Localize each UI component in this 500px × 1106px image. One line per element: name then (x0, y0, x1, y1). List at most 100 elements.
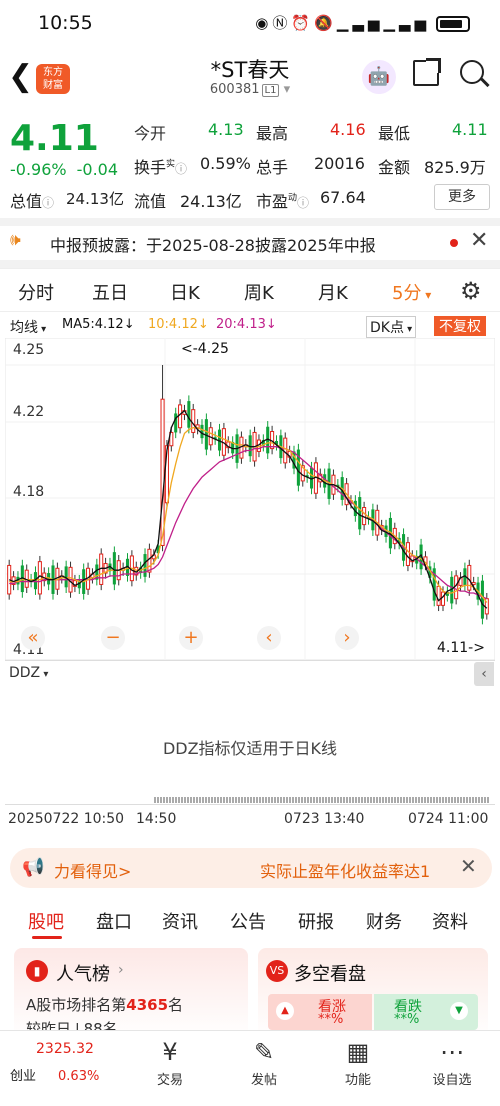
level-badge: L1 (261, 84, 280, 97)
amount-value: 825.9万 (424, 158, 486, 177)
signal-icon: ▁▃▅ (336, 14, 384, 32)
tab-guba[interactable]: 股吧 (28, 908, 64, 934)
bear-button[interactable]: 看跌 **% ▼ (374, 994, 478, 1030)
kline-chart[interactable]: 4.25 4.22 4.18 4.11 <-4.25 4.11-> (5, 338, 495, 660)
notice-bar[interactable]: 🕪 中报预披露：于2025-08-28披露2025年中报 ✕ (0, 226, 500, 260)
tab-five-day[interactable]: 五日 (92, 279, 128, 305)
nav-watchlist[interactable]: ⋯ 设自选 (422, 1035, 482, 1088)
kline-svg (5, 338, 495, 660)
popularity-card[interactable]: ▮ 人气榜 › A股市场排名第4365名 较昨日↓88名 (14, 948, 248, 1038)
share-icon[interactable] (413, 58, 441, 86)
battery-icon (436, 15, 470, 32)
tab-minute[interactable]: 分时 (18, 279, 54, 305)
x-tick: 14:50 (136, 811, 177, 827)
tab-announcement[interactable]: 公告 (230, 908, 266, 934)
active-tab-underline (32, 936, 62, 939)
max-price-label: <-4.25 (181, 341, 229, 357)
candle (405, 542, 410, 566)
turnover-label: 换手实ⓘ (134, 158, 188, 177)
promo-banner[interactable]: 📢 力看得见> 实际止盈年化收益率达1 ✕ (10, 848, 492, 888)
x-tick: 20250722 10:50 (8, 811, 125, 827)
mktcap-label: 总值ⓘ (10, 188, 54, 212)
content-tabs: 股吧 盘口 资讯 公告 研报 财务 资料 (0, 900, 500, 940)
low-label: 最低 (378, 124, 411, 143)
candle (37, 561, 42, 595)
fast-back-button[interactable]: « (21, 626, 45, 650)
last-price-label: 4.11-> (437, 640, 485, 656)
close-icon[interactable]: ✕ (470, 228, 488, 253)
ma20-readout: 20:4.13↓ (216, 317, 277, 332)
tab-week-k[interactable]: 周K (244, 279, 274, 305)
pe-label: 市盈动ⓘ (256, 192, 310, 211)
nav-trade[interactable]: ¥ 交易 (140, 1035, 200, 1088)
index-value: 2325.32 (36, 1041, 94, 1057)
ma10-arrow: ↓ (197, 317, 209, 332)
eye-icon: ◉ (255, 14, 273, 32)
nav-functions[interactable]: ▦ 功能 (328, 1035, 388, 1088)
tab-month-k[interactable]: 月K (318, 279, 348, 305)
tab-profile[interactable]: 资料 (432, 908, 468, 934)
popularity-title: 人气榜 (56, 964, 110, 985)
y-tick: 4.22 (13, 404, 45, 420)
candle (187, 401, 191, 428)
tab-news[interactable]: 资讯 (162, 908, 198, 934)
float-label: 流值 (134, 192, 167, 211)
tab-research[interactable]: 研报 (298, 908, 334, 934)
tab-5min[interactable]: 5分 ▾ (392, 279, 431, 305)
ddz-select[interactable]: DDZ ▾ (9, 665, 48, 681)
zoom-in-button[interactable]: + (179, 626, 203, 650)
y-tick: 4.25 (13, 342, 45, 358)
megaphone-icon: 📢 (22, 857, 45, 878)
unread-dot (450, 239, 458, 247)
adjust-button[interactable]: 不复权 (434, 316, 486, 336)
candle (160, 398, 165, 547)
y-tick: 4.18 (13, 484, 45, 500)
change-percent: -0.96% (10, 160, 67, 179)
info-icon[interactable]: ⓘ (297, 196, 309, 210)
chevron-down-icon: ▾ (279, 82, 291, 97)
candle (283, 437, 288, 464)
more-button[interactable]: 更多 (434, 184, 490, 210)
period-tabs: 分时 五日 日K 周K 月K 5分 ▾ ⚙ (0, 268, 500, 312)
turnover-value: 0.59% (200, 154, 251, 173)
info-icon[interactable]: ⓘ (42, 196, 54, 210)
gear-icon[interactable]: ⚙ (460, 277, 482, 305)
ma-mode-select[interactable]: 均线 ▾ (10, 317, 46, 337)
dk-label: DK点 (370, 320, 404, 336)
zoom-out-button[interactable]: − (101, 626, 125, 650)
tab-finance[interactable]: 财务 (366, 908, 402, 934)
status-icons: ◉Ⓝ⏰🔕▁▃▅▁▃▅ (255, 12, 470, 33)
next-button[interactable]: › (335, 626, 359, 650)
notice-text[interactable]: 中报预披露：于2025-08-28披露2025年中报 (50, 232, 376, 256)
float-value: 24.13亿 (180, 192, 242, 211)
ai-assistant-icon[interactable]: 🤖 (362, 60, 396, 94)
candles-group (7, 365, 489, 625)
bull-button[interactable]: ▲ 看涨 **% (268, 994, 372, 1030)
candle (436, 585, 441, 606)
long-short-card[interactable]: VS 多空看盘 ▲ 看涨 **% 看跌 **% ▼ (258, 948, 488, 1038)
candle (454, 575, 459, 600)
close-icon[interactable]: ✕ (460, 854, 477, 878)
prev-button[interactable]: ‹ (257, 626, 281, 650)
ma10-readout: 10:4.12↓ (148, 317, 209, 332)
search-icon[interactable] (460, 60, 484, 84)
rank-value: 4365 (126, 996, 169, 1014)
high-value: 4.16 (330, 120, 366, 139)
yen-circle-icon: ¥ (162, 1038, 178, 1066)
info-icon[interactable]: ⓘ (175, 162, 187, 176)
quote-panel: 4.11 -0.96% -0.04 今开 4.13 最高 4.16 最低 4.11… (0, 108, 500, 218)
ma-indicator-row: 均线 ▾ MA5:4.12↓ 10:4.12↓ 20:4.13↓ DK点 ▾ 不… (0, 314, 500, 338)
index-ticker[interactable]: 2325.32 创业 0.63% (10, 1041, 120, 1084)
candle (178, 404, 183, 429)
tab-pankou[interactable]: 盘口 (96, 908, 132, 934)
nav-functions-label: 功能 (344, 1073, 371, 1088)
stock-code: 600381 (209, 82, 260, 97)
long-short-title: 多空看盘 (294, 964, 366, 985)
dk-point-select[interactable]: DK点 ▾ (366, 316, 417, 338)
ddz-label: DDZ (9, 665, 41, 681)
tab-day-k[interactable]: 日K (170, 279, 200, 305)
edit-icon: ✎ (253, 1038, 275, 1066)
nav-post[interactable]: ✎ 发帖 (234, 1035, 294, 1088)
high-label: 最高 (256, 124, 289, 143)
amount-label: 金额 (378, 158, 411, 177)
